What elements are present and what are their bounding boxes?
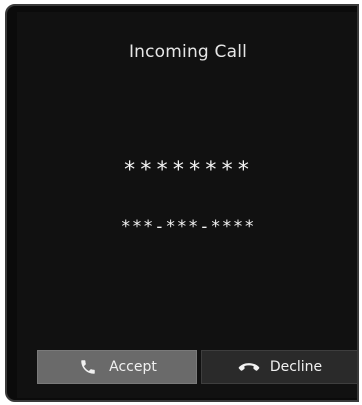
incoming-call-panel: Incoming Call ******** ***-***-**** Acce… [17, 12, 357, 398]
display-bezel: Incoming Call ******** ***-***-**** Acce… [0, 0, 362, 405]
phone-handset-icon [77, 358, 99, 376]
decline-label: Decline [269, 359, 323, 375]
caller-number: ***-***-**** [120, 217, 256, 237]
phone-hangup-icon [238, 358, 260, 376]
infotainment-screen: Incoming Call ******** ***-***-**** Acce… [5, 4, 359, 402]
incoming-call-title: Incoming Call [128, 42, 248, 62]
accept-label: Accept [109, 359, 157, 375]
decline-call-button[interactable]: Decline [201, 350, 357, 384]
caller-name: ******** [123, 158, 253, 183]
accept-call-button[interactable]: Accept [37, 350, 197, 384]
